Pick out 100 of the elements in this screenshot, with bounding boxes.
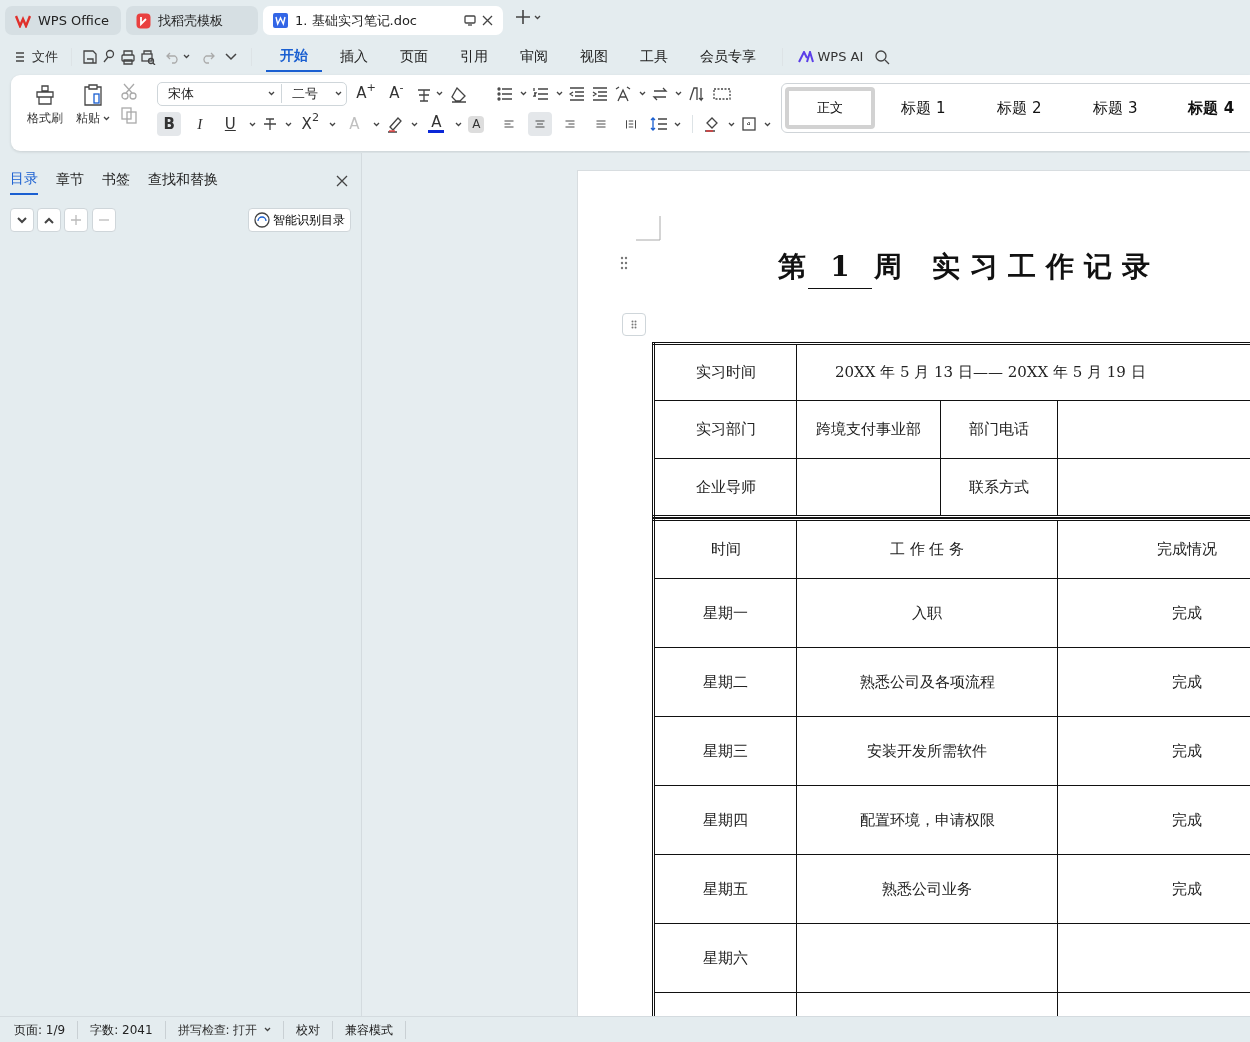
logo-icon [136,12,151,29]
sidebar-tab[interactable]: 章节 [55,167,84,194]
sidebar-tab[interactable]: 目录 [9,166,38,195]
format-button[interactable]: U [218,112,243,136]
character-shading-button[interactable]: A [468,115,485,133]
strikethrough-icon[interactable] [262,116,279,132]
caret-icon [372,121,380,127]
ribbon-tab[interactable]: 会员专享 [686,42,771,71]
ribbon-tab[interactable]: 工具 [626,42,683,71]
table-cell: 完成 [1172,879,1202,898]
line-spacing-icon[interactable] [649,116,668,132]
clipboard-icon [81,83,104,106]
format-button[interactable]: I [187,112,212,136]
ribbon-tab[interactable]: 页面 [386,42,443,71]
status-item: 字数: 2041 [78,1020,166,1039]
table-cell: 星期六 [703,948,748,967]
style-option[interactable]: 标题 3 [1067,87,1164,129]
table-cell: 熟悉公司及各项流程 [859,672,995,691]
font-color-button[interactable]: A [424,112,449,136]
search-icon[interactable] [873,49,890,66]
status-item: 兼容模式 [332,1020,406,1039]
chevron-down-icon [16,216,27,224]
caret-icon [436,91,444,96]
table-cell: 实习时间 [695,363,756,382]
save-icon[interactable] [81,48,98,65]
app-tab[interactable]: 1. 基础实习笔记.doc [263,6,503,35]
document-icon [273,13,288,28]
print-preview-icon[interactable] [139,48,156,65]
caret-icon [727,121,735,127]
caret-icon [328,121,336,127]
format-button[interactable]: X$^{2}$ [298,112,323,136]
chevron-down-icon[interactable] [225,53,238,62]
table-cell: 星期五 [703,879,748,898]
caret-icon [519,91,527,96]
margin-corner-mark [636,216,661,241]
caret-icon [763,121,771,127]
collapse-button[interactable] [37,208,61,232]
spell-check-dropdown[interactable]: 拼写检查: 打开 [165,1020,284,1039]
smart-toc-button[interactable]: 智能识别目录 [248,208,352,232]
file-menu[interactable]: 文件 [12,44,61,69]
status-item: 校对 [283,1020,333,1039]
ai-button[interactable]: WPS AI [795,44,867,69]
document-title: 第 1 周 实习工作记录 [778,246,1160,289]
ribbon-tab[interactable]: 审阅 [506,42,563,71]
style-option[interactable]: 正文 [785,87,876,129]
table-cell: 星期四 [703,810,748,829]
chevron-up-icon [44,216,54,224]
plus-icon[interactable] [514,9,531,26]
table-cell: 跨境支付事业部 [816,420,921,439]
monitor-icon[interactable] [463,15,476,26]
table-handle[interactable] [622,313,646,336]
numbered-list-icon[interactable] [533,86,550,101]
sidebar-tab[interactable]: 查找和替换 [147,167,218,194]
caret-icon [183,54,191,59]
ribbon-tab[interactable]: 引用 [446,42,503,71]
caret-icon [248,121,256,127]
paste-button[interactable]: 粘贴 [72,81,114,151]
drag-handle-icon [631,320,637,329]
caret-icon [335,91,343,96]
app-tab[interactable]: 找稻壳模板 [126,6,258,35]
bullet-list-icon[interactable] [497,86,514,101]
ribbon-tab[interactable]: 视图 [566,42,623,71]
close-icon[interactable] [482,15,493,26]
status-item: 页面: 1/9 [14,1020,79,1039]
grid-lines-icon[interactable] [712,86,731,101]
print-icon[interactable] [119,48,136,65]
table-cell: 配置环境，申请权限 [859,810,995,829]
style-option[interactable]: 标题 4 [1163,87,1250,129]
table-cell: 完成 [1172,810,1202,829]
style-option[interactable]: 标题 1 [875,87,972,129]
ribbon-tab[interactable]: 开始 [266,41,323,72]
table-cell: 企业导师 [695,477,756,496]
outdent-icon[interactable] [569,86,586,101]
caret-icon [268,91,276,96]
close-icon[interactable] [336,175,348,188]
app-tab[interactable]: WPS Office [5,6,121,35]
caret-icon [674,91,682,96]
drag-handle-icon[interactable] [620,256,628,270]
style-option[interactable]: 标题 2 [971,87,1068,129]
caret-icon [284,121,292,127]
format-painter-button[interactable]: 格式刷 [24,81,66,151]
caret-icon [410,121,418,127]
text-direction-icon[interactable] [614,85,633,102]
font-select[interactable]: 宋体 二号 [157,81,348,106]
swap-icon[interactable] [652,86,669,101]
expand-button[interactable] [9,208,34,232]
table-cell: 20XX 年 5 月 13 日—— 20XX 年 5 月 19 日 [835,363,1146,382]
column-header: 时间 [710,540,741,559]
format-button[interactable]: B [157,112,182,136]
sidebar-tab[interactable]: 书签 [101,167,130,194]
shrink-font-button[interactable]: A$^{-}$ [384,81,409,106]
plus-icon [70,214,83,226]
indent-icon[interactable] [591,86,608,101]
table-cell: 星期三 [703,741,748,760]
smart-icon [254,212,271,228]
grow-font-button[interactable]: A$^{+}$ [353,81,378,106]
caret-icon [555,91,563,96]
ribbon-tab[interactable]: 插入 [326,42,383,71]
border-icon[interactable] [741,116,758,132]
column-header: 工 作 任 务 [889,540,965,559]
